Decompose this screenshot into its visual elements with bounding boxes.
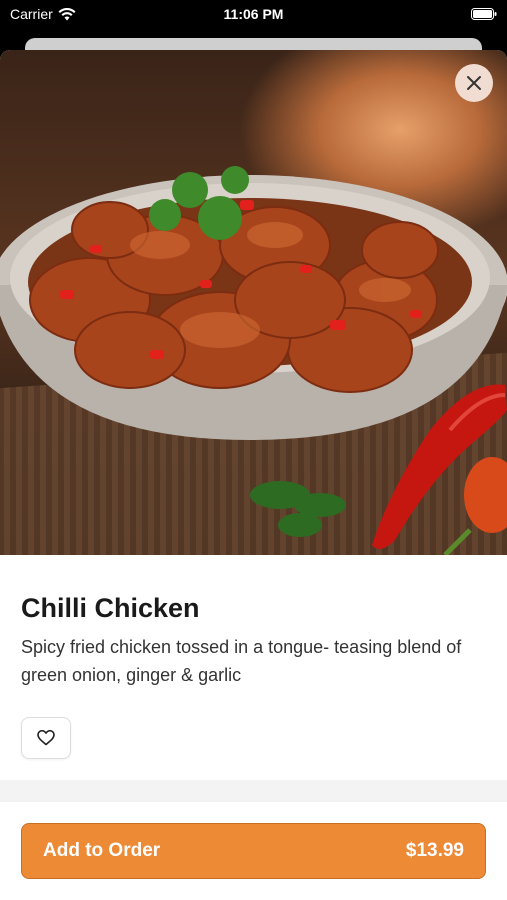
order-footer: Add to Order $13.99 — [0, 802, 507, 900]
item-detail-sheet: Chilli Chicken Spicy fried chicken tosse… — [0, 50, 507, 900]
item-image — [0, 50, 507, 555]
close-icon — [467, 76, 481, 90]
add-to-order-button[interactable]: Add to Order $13.99 — [21, 823, 486, 879]
item-description: Spicy fried chicken tossed in a tongue- … — [21, 637, 462, 685]
food-illustration — [0, 166, 507, 555]
add-to-order-label: Add to Order — [43, 840, 161, 861]
status-time: 11:06 PM — [223, 6, 284, 22]
item-title: Chilli Chicken — [21, 593, 200, 623]
item-info: Chilli Chicken Spicy fried chicken tosse… — [0, 555, 507, 780]
section-divider — [0, 780, 507, 802]
close-button[interactable] — [455, 64, 493, 102]
status-bar: Carrier 11:06 PM — [0, 0, 507, 30]
favorite-button[interactable] — [21, 717, 71, 759]
heart-icon — [37, 730, 55, 746]
battery-icon — [471, 8, 497, 20]
price-label: $13.99 — [405, 840, 464, 861]
